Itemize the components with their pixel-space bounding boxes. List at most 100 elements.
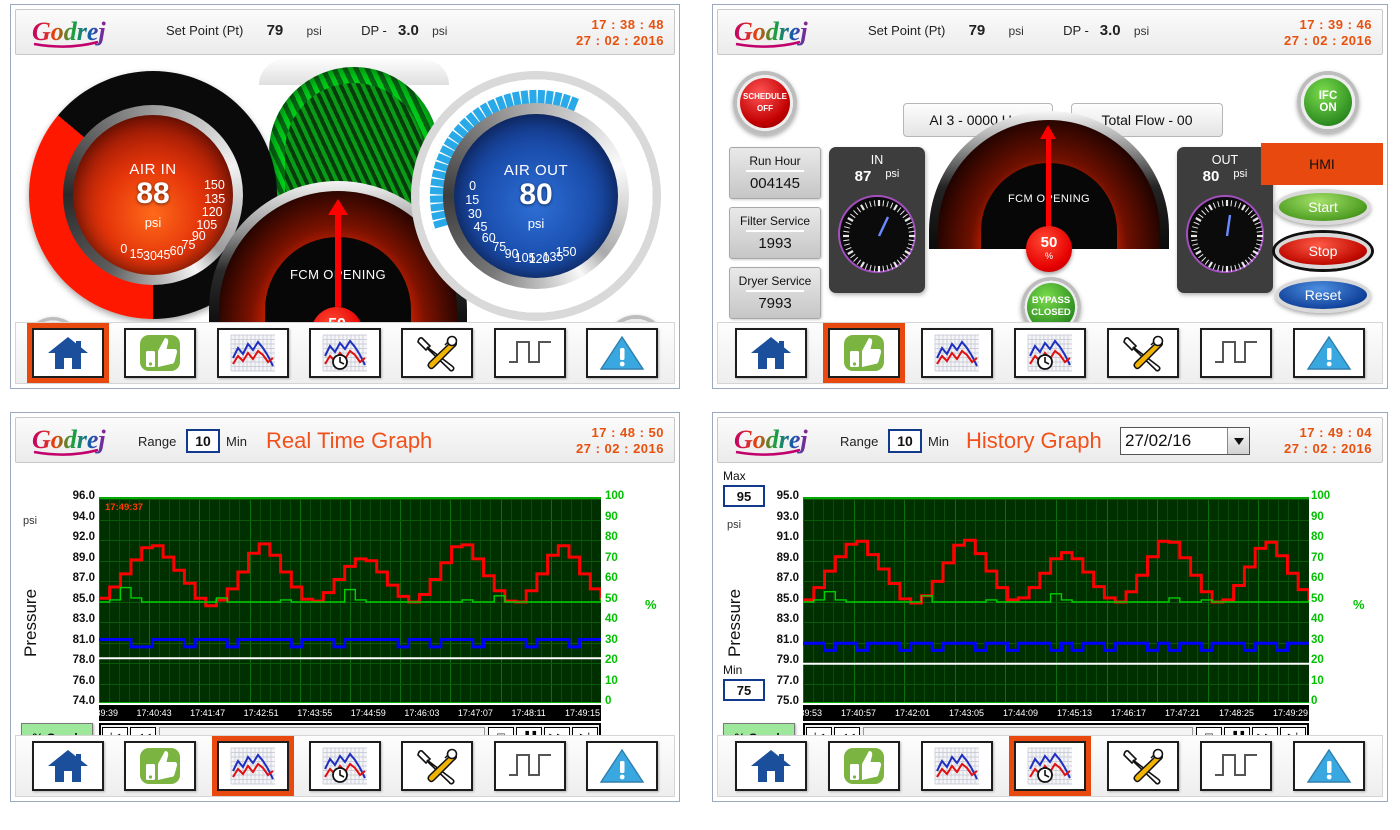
schedule-lamp[interactable]: SCHEDULE OFF [733,71,797,135]
toolbar-button-rtgraph[interactable] [920,328,993,378]
in-card-unit: psi [885,168,900,180]
chart-clock-icon [1027,747,1073,785]
ifc-status-lamp[interactable]: IFC ON [1297,71,1359,133]
toolbar-button-hgraph[interactable] [308,328,381,378]
clock-time: 17 : 39 : 46 [1299,17,1372,32]
y-tick: 93.0 [776,510,799,523]
min-label: Min [723,663,743,677]
toolbar-button-hgraph[interactable] [308,741,381,791]
fcm-value: 50 [1040,234,1058,251]
range-input[interactable]: 10 [186,429,220,453]
y-tick: 83.0 [776,613,799,625]
toolbar-button-tools[interactable] [1107,741,1180,791]
warning-icon [1306,747,1352,785]
toolbar-button-wave[interactable] [1200,741,1273,791]
x-tick: 17:48:25 [1219,708,1255,718]
chart-clock-icon [322,334,368,372]
y-tick: 76.0 [72,674,95,687]
toolbar-button-home[interactable] [734,328,807,378]
in-mini-dial [838,195,916,273]
y2-tick: 100 [605,490,625,502]
setpoint-value: 79 [266,22,284,39]
toolbar-button-tools[interactable] [401,741,474,791]
thumbsup-icon [138,746,182,786]
panel3-clock: 17 : 48 : 50 27 : 02 : 2016 [576,425,664,457]
ifc-line1: IFC [1318,90,1338,102]
schedule-line1: SCHEDULE [742,92,787,101]
toolbar-button-wave[interactable] [1200,328,1273,378]
scale-tick: 120 [201,205,223,220]
y2-axis-label: % [645,597,657,612]
tools-icon [414,334,460,372]
y2-tick: 10 [605,674,618,687]
panel2-setpoint-readout: Set Point (Pt) 79 psi DP - 3.0 psi [868,22,1149,39]
toolbar-button-wave[interactable] [493,741,566,791]
chart-icon [230,747,276,785]
toolbar-button-alarm[interactable] [585,328,658,378]
plot-timestamp: 17:49:37 [105,502,144,513]
toolbar-button-status[interactable] [827,741,900,791]
scale-tick: 105 [196,217,218,232]
square-wave-icon [1213,334,1259,372]
toolbar-button-rtgraph[interactable] [216,328,289,378]
y2-tick: 50 [605,592,618,605]
setpoint-value: 79 [968,22,986,39]
y-tick: 95.0 [776,490,799,502]
reset-button[interactable]: Reset [1275,277,1371,313]
history-date-select[interactable]: 27/02/16 [1120,427,1250,455]
godrej-logo: Godrej [28,14,148,50]
y-axis-unit: psi [727,519,742,531]
toolbar-button-status[interactable] [124,328,197,378]
y2-tick: 80 [605,531,618,543]
panel3-toolbar[interactable] [15,735,675,797]
toolbar-button-home[interactable] [27,323,110,383]
toolbar-button-alarm[interactable] [1293,328,1366,378]
history-date-value: 27/02/16 [1125,431,1192,450]
start-button[interactable]: Start [1275,189,1371,225]
tools-icon [1120,747,1166,785]
stop-button[interactable]: Stop [1275,233,1371,269]
chevron-down-icon[interactable] [1227,428,1249,454]
panel1-toolbar[interactable] [15,322,675,384]
toolbar-button-tools[interactable] [401,328,474,378]
toolbar-button-alarm[interactable] [1293,741,1366,791]
clock-time: 17 : 48 : 50 [591,425,664,440]
panel-home: Godrej Set Point (Pt) 79 psi DP - 3.0 ps… [10,4,680,389]
toolbar-button-rtgraph[interactable] [211,736,294,796]
y-tick: 85.0 [776,592,799,605]
toolbar-button-status[interactable] [124,741,197,791]
toolbar-button-tools[interactable] [1107,328,1180,378]
toolbar-button-home[interactable] [734,741,807,791]
y2-axis-label: % [1353,597,1365,612]
panel1-gauges: AIR IN 88 psi 0 15 30 45 60 75 90 105 120 135 150 … [11,59,679,388]
panel4-toolbar[interactable] [717,735,1383,797]
range-label: Range [840,434,879,449]
toolbar-button-hgraph[interactable] [1013,328,1086,378]
toolbar-button-hgraph[interactable] [1008,736,1091,796]
range-input[interactable]: 10 [888,429,922,453]
chart-icon [230,334,276,372]
y2-tick: 50 [1311,592,1324,605]
x-tick: 17:39:53 [787,708,823,718]
toolbar-button-alarm[interactable] [585,741,658,791]
toolbar-button-wave[interactable] [493,328,566,378]
toolbar-button-rtgraph[interactable] [920,741,993,791]
counter-filter-service: Filter Service 1993 [729,207,821,259]
counter-title: Dryer Service [738,274,812,288]
toolbar-button-home[interactable] [32,741,105,791]
scale-tick: 0 [945,287,953,301]
toolbar-button-status[interactable] [822,323,905,383]
x-tick: 17:49:15 [565,708,601,718]
panel2-clock: 17 : 39 : 46 27 : 02 : 2016 [1284,17,1372,49]
y-tick: 96.0 [72,490,95,502]
scale-tick: 0 [469,179,477,194]
panel2-toolbar[interactable] [717,322,1383,384]
home-icon [749,747,793,785]
y-tick: 85.0 [72,592,95,605]
counter-dryer-service: Dryer Service 7993 [729,267,821,319]
y2-tick: 0 [605,695,612,707]
y2-tick: 30 [605,633,618,646]
x-tick: 17:42:01 [895,708,931,718]
hmi-button[interactable]: HMI [1261,143,1383,185]
x-tick: 17:43:55 [297,708,333,718]
